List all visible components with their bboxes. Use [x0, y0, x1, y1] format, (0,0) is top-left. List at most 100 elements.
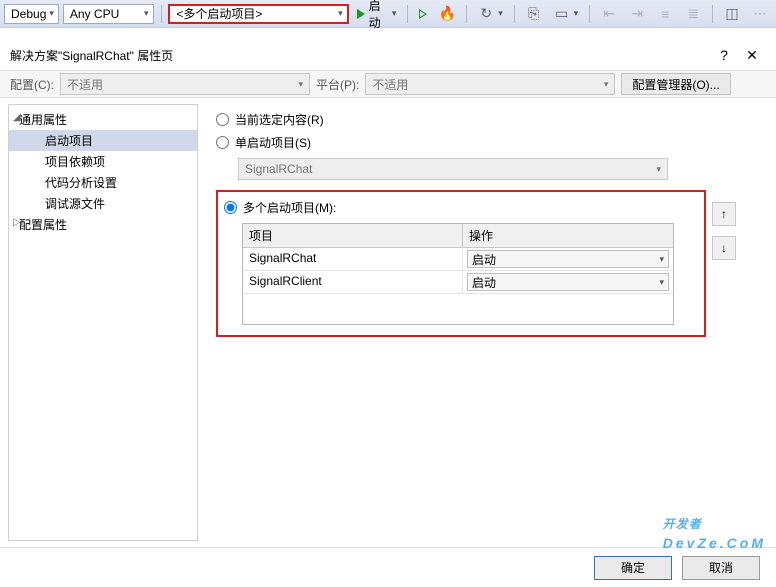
- chevron-down-icon: ▾: [498, 8, 503, 19]
- action-value: 启动: [472, 274, 496, 291]
- hot-reload-button[interactable]: 🔥: [435, 3, 459, 25]
- cancel-button[interactable]: 取消: [682, 556, 760, 580]
- tree-label: 项目依赖项: [45, 155, 105, 169]
- tree-common-properties[interactable]: ◢ 通用属性: [9, 109, 197, 130]
- startup-projects-combo[interactable]: <多个启动项目> ▾: [168, 4, 348, 24]
- indent-button[interactable]: ⇥: [625, 3, 649, 25]
- tree-label: 配置属性: [19, 218, 67, 232]
- startup-combo-text: <多个启动项目>: [176, 5, 262, 22]
- grid-header: 项目 操作: [243, 224, 673, 248]
- dialog-titlebar: 解决方案"SignalRChat" 属性页 ? ✕: [0, 40, 776, 70]
- outdent-icon: ⇤: [601, 6, 617, 22]
- browser-link-button[interactable]: ⎘: [522, 3, 546, 25]
- multi-startup-section: 多个启动项目(M): 项目 操作 SignalRChat 启动▾ SignalR…: [216, 190, 706, 337]
- more-button[interactable]: ⋯: [748, 3, 772, 25]
- toolbar-separator: [712, 5, 713, 23]
- start-label: 启动: [369, 0, 388, 31]
- start-debug-button[interactable]: 启动 ▾: [353, 3, 401, 25]
- content-pane: 当前选定内容(R) 单启动项目(S) SignalRChat ▾ 多个启动项目(…: [202, 98, 776, 547]
- cell-project: SignalRClient: [243, 271, 463, 293]
- chevron-down-icon: ▾: [656, 164, 661, 175]
- config-combo-text: Debug: [11, 7, 46, 21]
- comment-icon: ≡: [657, 6, 673, 22]
- start-no-debug-button[interactable]: [415, 3, 431, 25]
- uncomment-button[interactable]: ≣: [681, 3, 705, 25]
- grid-row[interactable]: SignalRClient 启动 ▾: [243, 271, 673, 294]
- layout-button[interactable]: ▭▾: [550, 3, 583, 25]
- dialog-title: 解决方案"SignalRChat" 属性页: [10, 47, 173, 64]
- arrow-down-icon: ↓: [721, 241, 727, 255]
- radio-label: 当前选定内容(R): [235, 111, 324, 128]
- toolbar-separator: [514, 5, 515, 23]
- outdent-button[interactable]: ⇤: [597, 3, 621, 25]
- link-icon: ⎘: [526, 6, 542, 22]
- move-down-button[interactable]: ↓: [712, 236, 736, 260]
- refresh-button[interactable]: ↻▾: [474, 3, 507, 25]
- action-value: 启动: [472, 251, 496, 268]
- bookmark-icon: ◫: [724, 6, 740, 22]
- property-pages-dialog: 解决方案"SignalRChat" 属性页 ? ✕ 配置(C): 不适用 ▾ 平…: [0, 40, 776, 587]
- col-project: 项目: [243, 224, 463, 247]
- flame-icon: 🔥: [439, 6, 455, 22]
- chevron-down-icon: ▾: [659, 277, 664, 288]
- main-toolbar: Debug ▾ Any CPU ▾ <多个启动项目> ▾ 启动 ▾ 🔥 ↻▾ ⎘…: [0, 0, 776, 28]
- config-dropdown[interactable]: 不适用 ▾: [60, 73, 310, 95]
- layout-icon: ▭: [554, 6, 570, 22]
- toolbar-separator: [161, 5, 162, 23]
- action-dropdown[interactable]: 启动 ▾: [467, 273, 669, 291]
- tree-project-deps[interactable]: 项目依赖项: [9, 151, 197, 172]
- tree-label: 通用属性: [19, 113, 67, 127]
- config-manager-label: 配置管理器(O)...: [632, 76, 719, 93]
- config-manager-button[interactable]: 配置管理器(O)...: [621, 73, 730, 95]
- chevron-down-icon: ▾: [604, 79, 609, 90]
- move-up-button[interactable]: ↑: [712, 202, 736, 226]
- tree-config-properties[interactable]: ▷ 配置属性: [9, 214, 197, 235]
- refresh-icon: ↻: [478, 6, 494, 22]
- expand-icon: ▷: [13, 217, 21, 228]
- arrow-up-icon: ↑: [721, 207, 727, 221]
- radio-label: 多个启动项目(M):: [243, 199, 336, 216]
- comment-button[interactable]: ≡: [653, 3, 677, 25]
- col-action: 操作: [463, 224, 673, 247]
- chevron-down-icon: ▾: [574, 8, 579, 19]
- close-button[interactable]: ✕: [738, 47, 766, 64]
- more-icon: ⋯: [752, 6, 768, 22]
- dialog-body: ◢ 通用属性 启动项目 项目依赖项 代码分析设置 调试源文件 ▷ 配置属性 当前…: [0, 98, 776, 547]
- config-combo[interactable]: Debug ▾: [4, 4, 59, 24]
- radio-input[interactable]: [224, 201, 237, 214]
- action-dropdown[interactable]: 启动▾: [467, 250, 669, 268]
- radio-input[interactable]: [216, 136, 229, 149]
- collapse-icon: ◢: [13, 112, 21, 123]
- config-platform-row: 配置(C): 不适用 ▾ 平台(P): 不适用 ▾ 配置管理器(O)...: [0, 70, 776, 98]
- grid-empty: [243, 294, 673, 324]
- platform-combo[interactable]: Any CPU ▾: [63, 4, 154, 24]
- tree-debug-source[interactable]: 调试源文件: [9, 193, 197, 214]
- ok-button[interactable]: 确定: [594, 556, 672, 580]
- tree-label: 调试源文件: [45, 197, 105, 211]
- tree-code-analysis[interactable]: 代码分析设置: [9, 172, 197, 193]
- single-project-dropdown[interactable]: SignalRChat ▾: [238, 158, 668, 180]
- cell-project: SignalRChat: [243, 248, 463, 270]
- config-value: 不适用: [67, 76, 103, 93]
- radio-single-project[interactable]: 单启动项目(S): [216, 131, 762, 154]
- tree-label: 启动项目: [45, 134, 93, 148]
- chevron-down-icon: ▾: [144, 8, 149, 19]
- chevron-down-icon: ▾: [298, 79, 303, 90]
- radio-current-selection[interactable]: 当前选定内容(R): [216, 108, 762, 131]
- help-button[interactable]: ?: [710, 47, 738, 63]
- reorder-buttons: ↑ ↓: [712, 202, 736, 260]
- platform-combo-text: Any CPU: [70, 7, 119, 21]
- platform-value: 不适用: [372, 76, 408, 93]
- play-icon: [357, 9, 365, 19]
- radio-multi-projects[interactable]: 多个启动项目(M):: [224, 196, 698, 219]
- config-label: 配置(C):: [10, 76, 54, 93]
- single-project-value: SignalRChat: [245, 162, 312, 176]
- platform-dropdown[interactable]: 不适用 ▾: [365, 73, 615, 95]
- bookmark-button[interactable]: ◫: [720, 3, 744, 25]
- chevron-down-icon: ▾: [49, 8, 54, 19]
- tree-startup-project[interactable]: 启动项目: [9, 130, 197, 151]
- radio-input[interactable]: [216, 113, 229, 126]
- uncomment-icon: ≣: [685, 6, 701, 22]
- toolbar-separator: [466, 5, 467, 23]
- grid-row[interactable]: SignalRChat 启动▾: [243, 248, 673, 271]
